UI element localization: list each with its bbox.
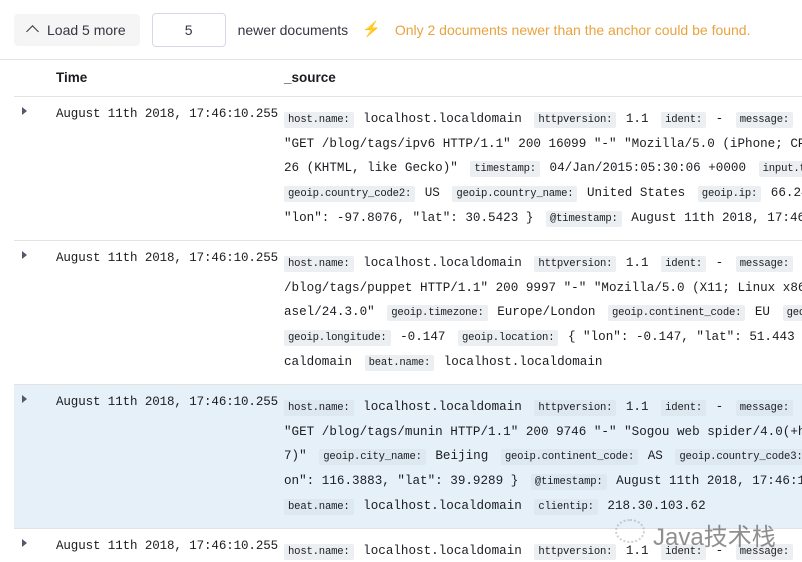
source-field-value: localhost.localdomain [363,112,522,126]
documents-table-scroll[interactable]: Time _source August 11th 2018, 17:46:10.… [0,60,802,562]
source-field-value: - [715,256,724,270]
source-field-value: - [715,400,724,414]
source-field-value: { "lon": -0.147, "lat": 51.443 } [567,330,802,344]
source-field-name: beat.name: [364,355,435,371]
triangle-right-icon[interactable] [22,539,27,547]
row-time-cell: August 11th 2018, 17:46:10.255 [48,96,278,241]
source-field-value: 04/Jan/2015:05:30:06 +0000 [549,161,747,175]
source-field-name: timestamp: [470,161,540,177]
source-field-value: August 11th 2018, 17:46:10.255 [631,211,802,225]
row-source-cell: host.name: localhost.localdomain httpver… [276,96,802,241]
source-field-name: httpversion: [534,400,617,416]
triangle-right-icon[interactable] [22,395,27,403]
source-field-name: geoip.country_code2: [284,186,416,202]
source-field-name: geoip.location: [458,330,559,346]
source-field-name: ident: [661,256,707,272]
row-expand-cell[interactable] [14,528,48,562]
row-expand-cell[interactable] [14,96,48,241]
source-field-value: 1.1 [625,544,649,558]
table-row[interactable]: August 11th 2018, 17:46:10.255 host.name:… [14,528,802,562]
source-field-name: host.name: [284,400,354,416]
source-field-name: httpversion: [534,112,617,128]
source-field-name: host.name: [284,256,354,272]
source-field-name: httpversion: [534,256,617,272]
source-field-value: 66.249.73.135 [770,186,802,200]
source-field-name: geoip.country_name: [452,186,578,202]
source-field-value: 218.30.103.62 [607,499,706,513]
source-field-name: input.type: [758,161,802,177]
source-field-name: message: [735,256,794,272]
discover-documents-panel: Load 5 more newer documents ⚡ Only 2 doc… [0,0,802,562]
column-header-time[interactable]: Time [48,60,276,97]
table-row[interactable]: August 11th 2018, 17:46:10.255 host.name:… [14,240,802,385]
source-field-name: @timestamp: [545,211,622,227]
column-header-source[interactable]: _source [276,60,802,97]
source-field-name: geoip.city_name: [782,305,802,321]
chevron-up-icon [28,24,39,35]
source-field-value: localhost.localdomain [363,544,522,558]
row-time-cell: August 11th 2018, 17:46:10.255 [48,528,278,562]
table-body: August 11th 2018, 17:46:10.255 host.name:… [14,96,802,562]
source-field-name: httpversion: [534,544,617,560]
source-field-value: EU [754,305,770,319]
newer-documents-label: newer documents [237,21,349,38]
column-header-toggle [14,60,48,97]
load-more-button[interactable]: Load 5 more [14,13,140,46]
row-expand-cell[interactable] [14,384,48,529]
load-more-label: Load 5 more [47,21,126,38]
row-expand-cell[interactable] [14,240,48,385]
table-header-row: Time _source [14,60,802,97]
source-field-name: host.name: [284,112,354,128]
triangle-right-icon[interactable] [22,251,27,259]
source-field-name: message: [735,544,794,560]
row-time-cell: August 11th 2018, 17:46:10.255 [48,240,278,385]
source-field-name: clientip: [534,499,598,515]
row-source-cell: host.name: localhost.localdomain httpver… [276,384,802,529]
load-more-toolbar: Load 5 more newer documents ⚡ Only 2 doc… [0,0,802,60]
source-field-value: - [715,544,724,558]
source-field-name: beat.name: [284,499,354,515]
row-source-cell: host.name: localhost.localdomain httpver… [276,240,802,385]
source-field-value: localhost.localdomain [443,355,603,369]
documents-table: Time _source August 11th 2018, 17:46:10.… [14,60,802,562]
source-field-value: Europe/London [497,305,596,319]
anchor-warning-text: Only 2 documents newer than the anchor c… [394,21,751,38]
row-source-cell: host.name: localhost.localdomain httpver… [276,528,802,562]
source-field-name: message: [735,112,794,128]
source-field-name: geoip.city_name: [319,449,426,465]
source-field-name: ident: [661,400,707,416]
source-field-value: 1.1 [625,256,649,270]
source-field-value: -0.147 [400,330,446,344]
source-field-name: host.name: [284,544,354,560]
triangle-right-icon[interactable] [22,107,27,115]
source-field-value: 1.1 [625,112,649,126]
table-row[interactable]: August 11th 2018, 17:46:10.255 host.name:… [14,96,802,241]
table-header: Time _source [14,60,802,97]
source-field-name: ident: [661,112,707,128]
newer-documents-count-input[interactable] [151,12,226,47]
source-field-name: geoip.ip: [697,186,762,202]
source-field-name: @timestamp: [530,474,607,490]
source-field-name: geoip.country_code3: [675,449,802,465]
source-field-value: US [424,186,440,200]
source-field-value: AS [647,449,663,463]
source-field-value: 1.1 [625,400,649,414]
source-field-name: geoip.longitude: [284,330,391,346]
source-field-value: localhost.localdomain [363,400,522,414]
source-field-value: Beijing [435,449,489,463]
source-field-value: United States [586,186,686,200]
source-field-value: localhost.localdomain [363,256,522,270]
source-field-name: message: [735,400,794,416]
source-field-name: geoip.continent_code: [500,449,639,465]
source-field-value: localhost.localdomain [363,499,522,513]
row-time-cell: August 11th 2018, 17:46:10.255 [48,384,278,529]
source-field-value: August 11th 2018, 17:46:10.255 [616,474,802,488]
bolt-icon: ⚡ [362,21,381,38]
source-field-value: - [715,112,724,126]
table-row[interactable]: August 11th 2018, 17:46:10.255 host.name:… [14,384,802,529]
source-field-name: geoip.timezone: [387,305,488,321]
source-field-name: geoip.continent_code: [608,305,746,321]
source-field-name: ident: [661,544,707,560]
